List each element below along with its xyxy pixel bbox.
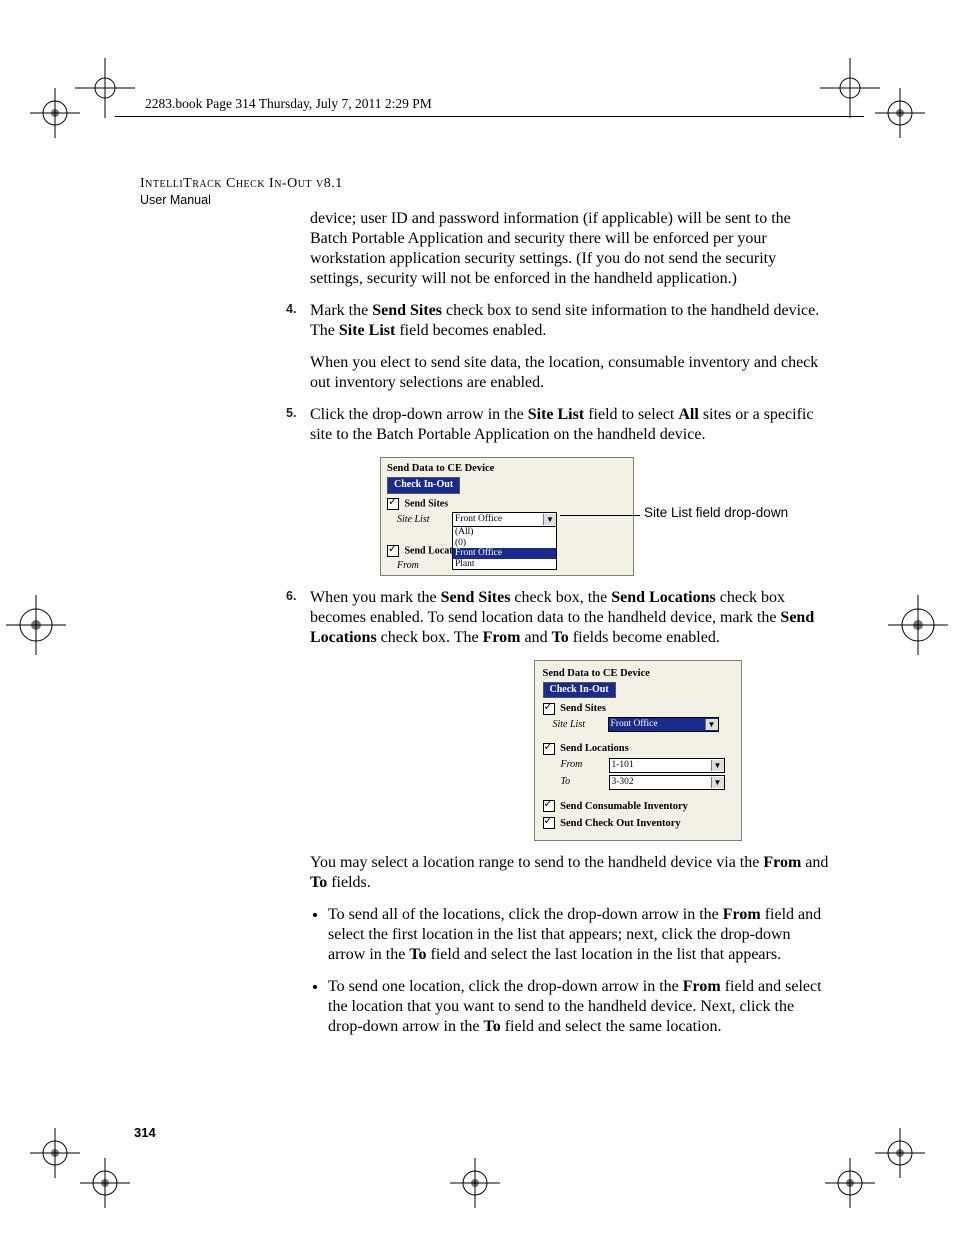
site-list-dropdown[interactable]: Front Office▼ xyxy=(608,717,719,732)
after-figure-text: You may select a location range to send … xyxy=(310,853,830,893)
site-list-label: Site List xyxy=(543,719,608,732)
step-5: 5. Click the drop-down arrow in the Site… xyxy=(310,405,830,445)
to-label: To xyxy=(543,776,609,789)
send-sites-checkbox[interactable] xyxy=(387,498,399,510)
send-sites-label: Send Sites xyxy=(560,703,606,714)
page-header: 2283.book Page 314 Thursday, July 7, 201… xyxy=(145,96,432,112)
crop-mark-icon xyxy=(6,595,66,655)
step-6: 6. When you mark the Send Sites check bo… xyxy=(310,588,830,648)
running-head: IntelliTrack Check In-Out v8.1 User Manu… xyxy=(140,175,343,208)
chevron-down-icon[interactable]: ▼ xyxy=(711,777,724,788)
step-4: 4. Mark the Send Sites check box to send… xyxy=(310,301,830,393)
send-locations-checkbox[interactable] xyxy=(387,545,399,557)
doc-title: IntelliTrack Check In-Out v8.1 xyxy=(140,175,343,193)
crop-mark-icon xyxy=(875,1128,925,1178)
crop-mark-icon xyxy=(825,1158,875,1208)
step-number: 5. xyxy=(286,406,296,422)
callout-text: Site List field drop-down xyxy=(644,505,788,521)
send-checkout-label: Send Check Out Inventory xyxy=(560,818,680,829)
send-consumable-checkbox[interactable] xyxy=(543,800,555,812)
crop-mark-icon xyxy=(30,1128,80,1178)
option-front-office[interactable]: Front Office xyxy=(453,548,556,558)
option-all[interactable]: (All) xyxy=(453,527,556,537)
step-4-line-2: When you elect to send site data, the lo… xyxy=(310,353,830,393)
chevron-down-icon[interactable]: ▼ xyxy=(711,760,724,771)
crop-mark-icon xyxy=(888,595,948,655)
figure-2: Send Data to CE Device Check In-Out Send… xyxy=(445,660,830,841)
panel-title: Send Data to CE Device xyxy=(387,462,627,475)
send-consumable-label: Send Consumable Inventory xyxy=(560,801,688,812)
bullet-2: To send one location, click the drop-dow… xyxy=(328,977,830,1037)
option-plant[interactable]: Plant xyxy=(453,559,556,569)
send-locations-label: Send Locations xyxy=(560,743,629,754)
bullet-list: To send all of the locations, click the … xyxy=(310,905,830,1037)
bullet-1: To send all of the locations, click the … xyxy=(328,905,830,965)
crop-mark-icon xyxy=(820,58,880,118)
from-label: From xyxy=(543,759,609,772)
chevron-down-icon[interactable]: ▼ xyxy=(705,719,718,730)
crop-mark-icon xyxy=(75,58,135,118)
panel-title: Send Data to CE Device xyxy=(543,667,733,680)
step-4-line-1: Mark the Send Sites check box to send si… xyxy=(310,301,830,341)
send-sites-label: Send Sites xyxy=(405,498,449,509)
from-dropdown[interactable]: 1-101▼ xyxy=(609,758,725,773)
callout-line xyxy=(560,515,640,516)
send-sites-row: Send Sites xyxy=(387,498,627,511)
crop-mark-icon xyxy=(30,88,80,138)
step-number: 4. xyxy=(286,302,296,318)
intro-paragraph: device; user ID and password information… xyxy=(310,209,830,289)
chevron-down-icon[interactable]: ▼ xyxy=(543,514,556,525)
send-data-panel-2: Send Data to CE Device Check In-Out Send… xyxy=(534,660,742,841)
page-number: 314 xyxy=(134,1125,156,1140)
step-6-line-1: When you mark the Send Sites check box, … xyxy=(310,588,830,648)
option-blank[interactable]: (0) xyxy=(453,538,556,548)
crop-mark-icon xyxy=(450,1158,500,1208)
to-dropdown[interactable]: 3-302▼ xyxy=(609,775,725,790)
from-label: From xyxy=(387,560,452,573)
figure-1: Send Data to CE Device Check In-Out Send… xyxy=(380,457,810,576)
crop-mark-icon xyxy=(875,88,925,138)
site-list-label: Site List xyxy=(387,514,452,527)
crop-mark-icon xyxy=(80,1158,130,1208)
header-rule xyxy=(115,116,864,117)
site-list-options[interactable]: (All) (0) Front Office Plant xyxy=(452,526,557,570)
step-number: 6. xyxy=(286,589,296,605)
site-list-dropdown[interactable]: Front Office▼ xyxy=(452,512,557,527)
tab-check-in-out[interactable]: Check In-Out xyxy=(387,477,460,494)
step-5-line-1: Click the drop-down arrow in the Site Li… xyxy=(310,405,830,445)
send-data-panel: Send Data to CE Device Check In-Out Send… xyxy=(380,457,634,576)
send-checkout-checkbox[interactable] xyxy=(543,817,555,829)
tab-check-in-out[interactable]: Check In-Out xyxy=(543,682,616,699)
send-locations-checkbox[interactable] xyxy=(543,743,555,755)
send-sites-checkbox[interactable] xyxy=(543,703,555,715)
doc-subtitle: User Manual xyxy=(140,193,343,209)
